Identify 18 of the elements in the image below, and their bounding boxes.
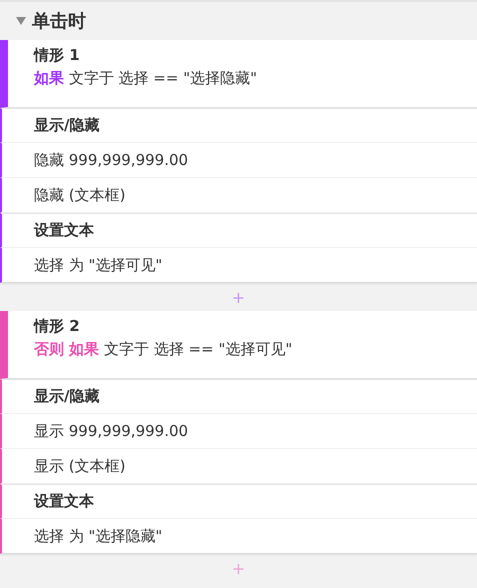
case-title: 情形 1 — [34, 46, 81, 65]
case-header[interactable]: 情形 2 否则 如果 文字于 选择 == "选择可见" — [0, 311, 477, 379]
action-item[interactable]: 选择 为 "选择隐藏" — [0, 519, 477, 554]
expand-triangle-icon[interactable] — [16, 17, 26, 25]
action-title[interactable]: 显示/隐藏 — [0, 379, 477, 414]
case-header[interactable]: 情形 1 如果 文字于 选择 == "选择隐藏" — [0, 40, 477, 108]
action-item[interactable]: 隐藏 (文本框) — [0, 178, 477, 213]
action-item[interactable]: 显示 999,999,999.00 — [0, 414, 477, 449]
case-title: 情形 2 — [34, 317, 81, 336]
case-condition: 如果 文字于 选择 == "选择隐藏" — [34, 69, 258, 88]
action-title[interactable]: 显示/隐藏 — [0, 108, 477, 143]
action-item[interactable]: 显示 (文本框) — [0, 449, 477, 484]
action-item[interactable]: 选择 为 "选择可见" — [0, 248, 477, 283]
case-condition: 否则 如果 文字于 选择 == "选择可见" — [34, 340, 294, 359]
event-title: 单击时 — [32, 10, 86, 33]
action-title[interactable]: 设置文本 — [0, 484, 477, 519]
action-title[interactable]: 设置文本 — [0, 213, 477, 248]
action-item[interactable]: 隐藏 999,999,999.00 — [0, 143, 477, 178]
